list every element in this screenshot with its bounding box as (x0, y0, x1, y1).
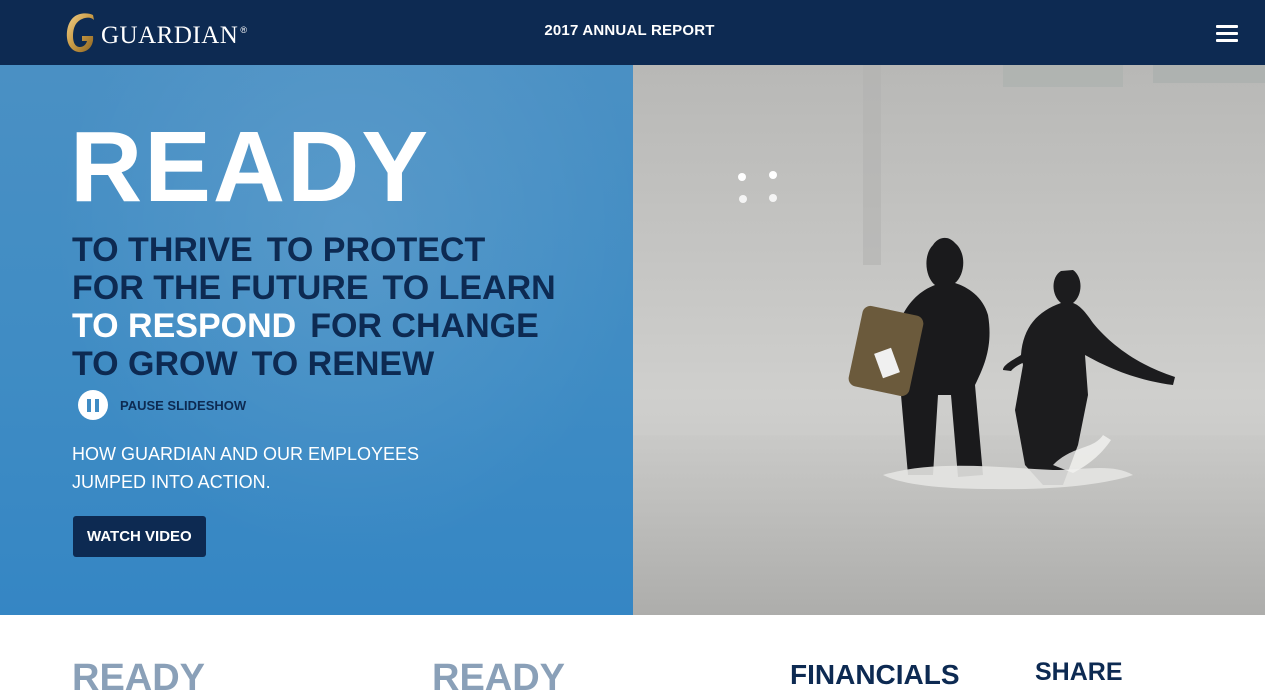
phrase: TO THRIVE (72, 231, 253, 269)
phrase-line: TO THRIVE TO PROTECT (72, 231, 612, 269)
hamburger-menu-icon[interactable] (1216, 24, 1238, 44)
phrase: TO PROTECT (266, 231, 486, 269)
nav-ready-2[interactable]: READY (432, 657, 565, 700)
phrase: TO GROW (72, 345, 238, 383)
hero-headline: READY (70, 111, 431, 223)
pause-icon (78, 390, 108, 420)
report-title: 2017 ANNUAL REPORT (0, 22, 1265, 39)
phrase: FOR CHANGE (310, 307, 539, 345)
nav-share[interactable]: SHARE (1035, 658, 1123, 687)
watch-video-button[interactable]: WATCH VIDEO (73, 516, 206, 557)
phrase-active: TO RESPOND (72, 307, 297, 345)
phrase: FOR THE FUTURE (72, 269, 369, 307)
flood-rescue-photo (633, 65, 1265, 615)
phrase-line: TO GROW TO RENEW (72, 345, 612, 383)
report-title-text: 2017 ANNUAL REPORT (544, 22, 715, 39)
pause-slideshow-button[interactable]: PAUSE SLIDESHOW (78, 390, 246, 420)
hero-photo (633, 65, 1265, 615)
hero-subtitle: HOW GUARDIAN AND OUR EMPLOYEES JUMPED IN… (72, 444, 420, 492)
rotating-phrases: TO THRIVE TO PROTECT FOR THE FUTURE TO LEA… (72, 231, 612, 383)
phrase: TO LEARN (382, 269, 556, 307)
pause-slideshow-label: PAUSE SLIDESHOW (120, 397, 247, 413)
bottom-section-nav: READY READY FINANCIALS SHARE (0, 615, 1265, 699)
phrase: TO RENEW (251, 345, 435, 383)
phrase-line: TO RESPOND FOR CHANGE (72, 307, 612, 345)
phrase-line: FOR THE FUTURE TO LEARN (72, 269, 612, 307)
top-navigation-bar: GUARDIAN ® 2017 ANNUAL REPORT (0, 0, 1265, 65)
nav-ready-1[interactable]: READY (72, 657, 205, 700)
hero-text-panel: READY TO THRIVE TO PROTECT FOR THE FUTURE… (0, 65, 633, 615)
nav-financials[interactable]: FINANCIALS (790, 659, 960, 691)
